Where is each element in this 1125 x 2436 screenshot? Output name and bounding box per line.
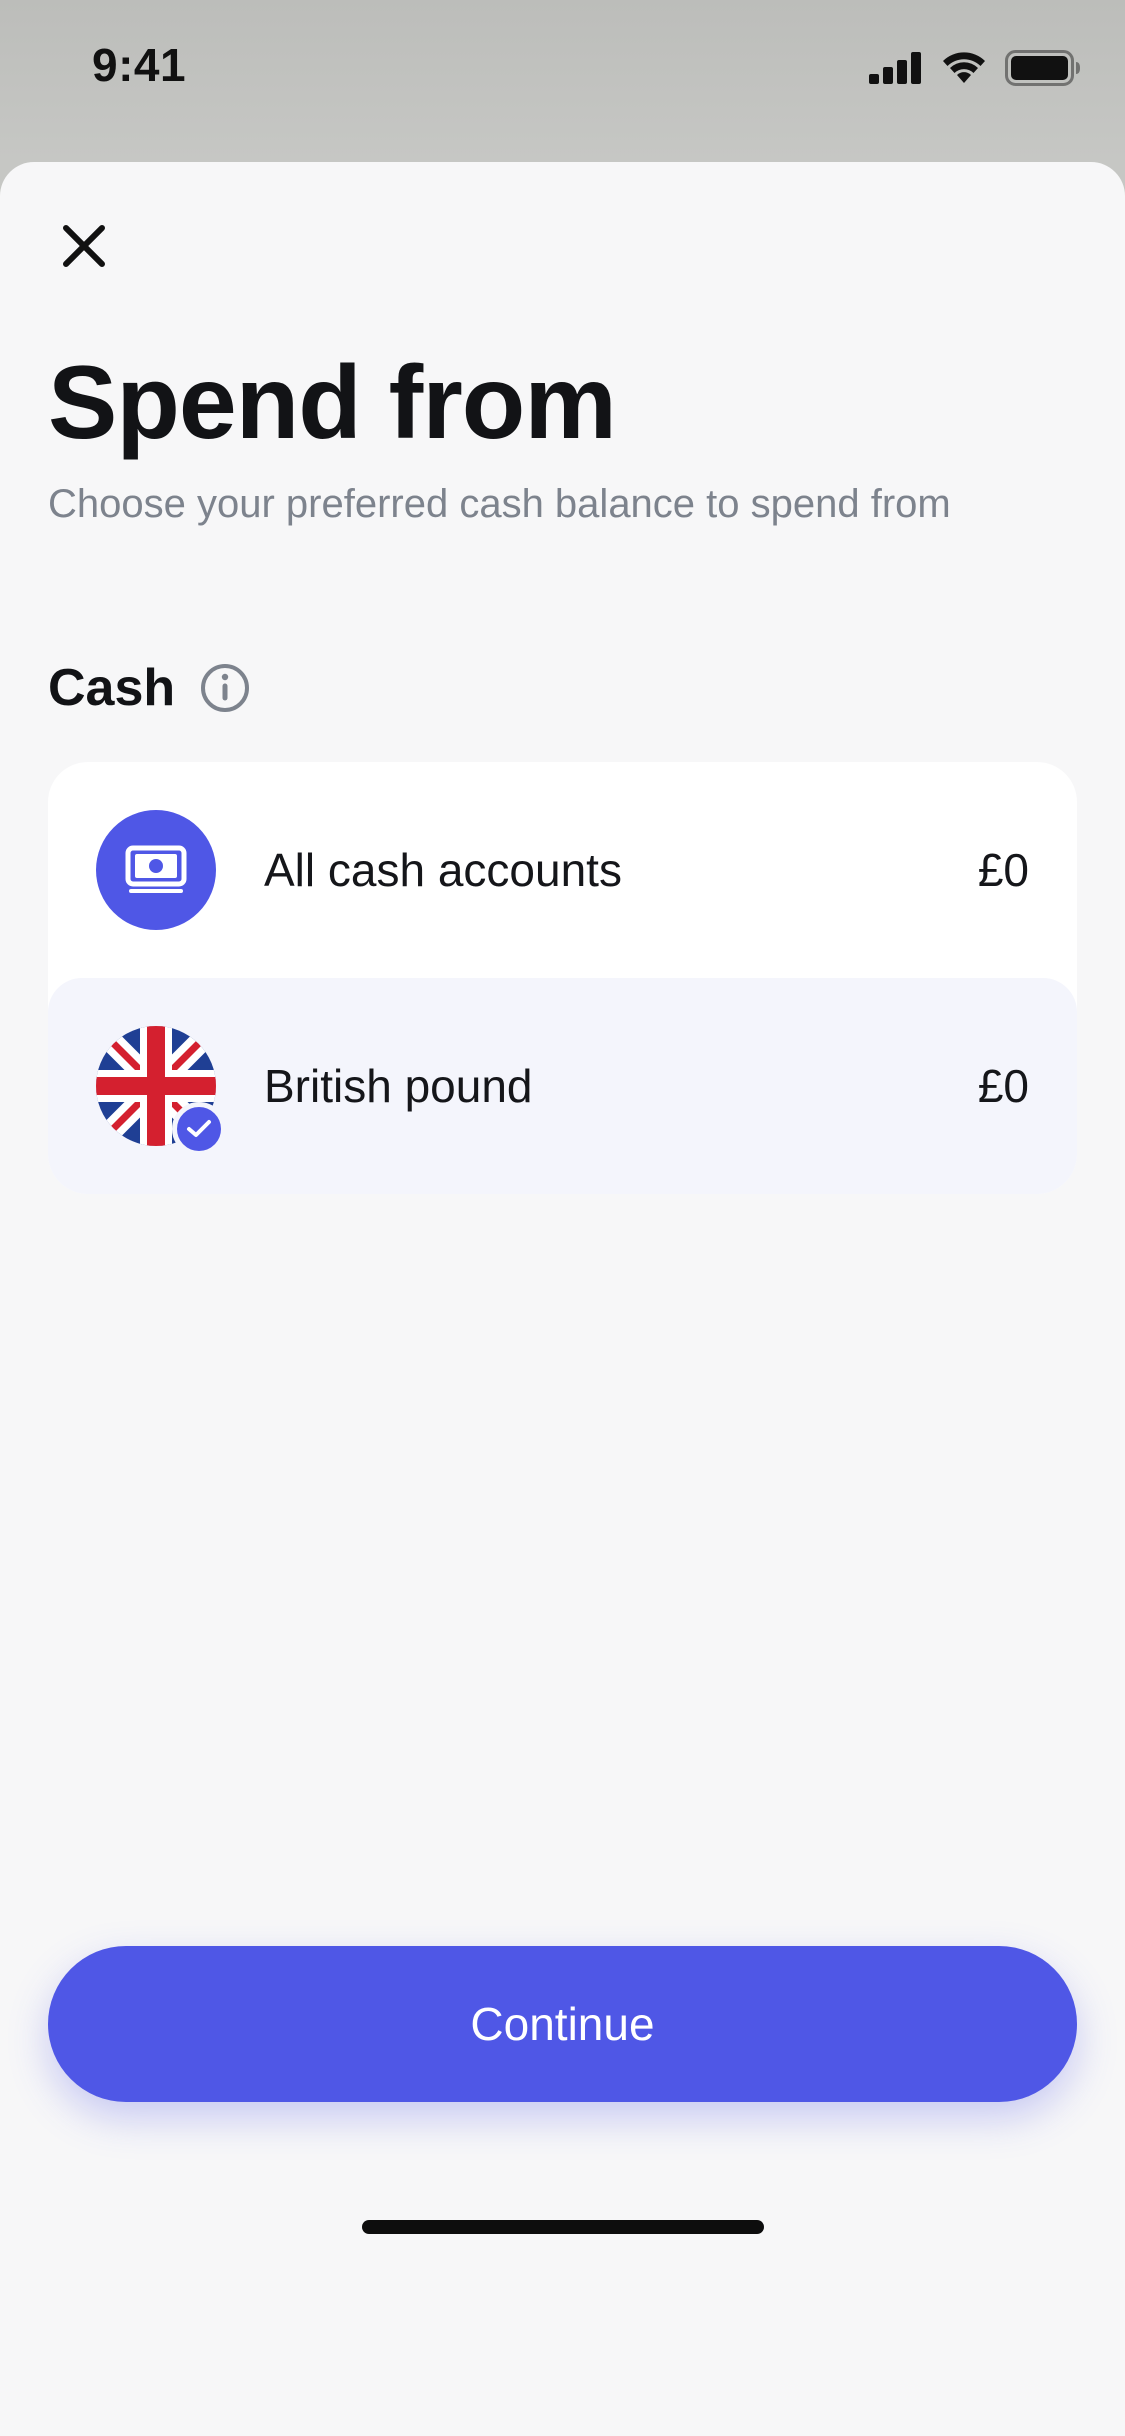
cash-icon bbox=[96, 810, 216, 930]
screen: 9:41 Spend from Choose your preferred ca… bbox=[0, 0, 1125, 2436]
cellular-signal-icon bbox=[869, 52, 923, 89]
status-time: 9:41 bbox=[92, 39, 187, 91]
section-header-cash: Cash bbox=[48, 658, 251, 718]
status-icons bbox=[869, 50, 1081, 91]
account-balance: £0 bbox=[977, 844, 1029, 896]
continue-button[interactable]: Continue bbox=[48, 1946, 1077, 2102]
page-title: Spend from bbox=[48, 345, 617, 461]
account-avatar bbox=[96, 1026, 226, 1156]
section-label: Cash bbox=[48, 659, 176, 717]
battery-icon bbox=[1005, 50, 1081, 91]
page-subtitle: Choose your preferred cash balance to sp… bbox=[48, 482, 951, 526]
wifi-icon bbox=[941, 51, 987, 90]
info-icon[interactable] bbox=[199, 662, 251, 714]
account-avatar bbox=[96, 810, 216, 930]
home-indicator[interactable] bbox=[362, 2220, 764, 2234]
close-button[interactable] bbox=[48, 212, 120, 284]
check-icon bbox=[172, 1102, 226, 1156]
account-row-british-pound[interactable]: British pound £0 bbox=[48, 978, 1077, 1194]
account-name: British pound bbox=[264, 1060, 533, 1112]
account-name: All cash accounts bbox=[264, 844, 622, 896]
account-balance: £0 bbox=[977, 1060, 1029, 1112]
account-row-all-cash[interactable]: All cash accounts £0 bbox=[48, 762, 1077, 978]
cash-accounts-card: All cash accounts £0 British pound £0 bbox=[48, 762, 1077, 1194]
close-icon bbox=[61, 223, 107, 274]
status-bar: 9:41 bbox=[0, 0, 1125, 140]
